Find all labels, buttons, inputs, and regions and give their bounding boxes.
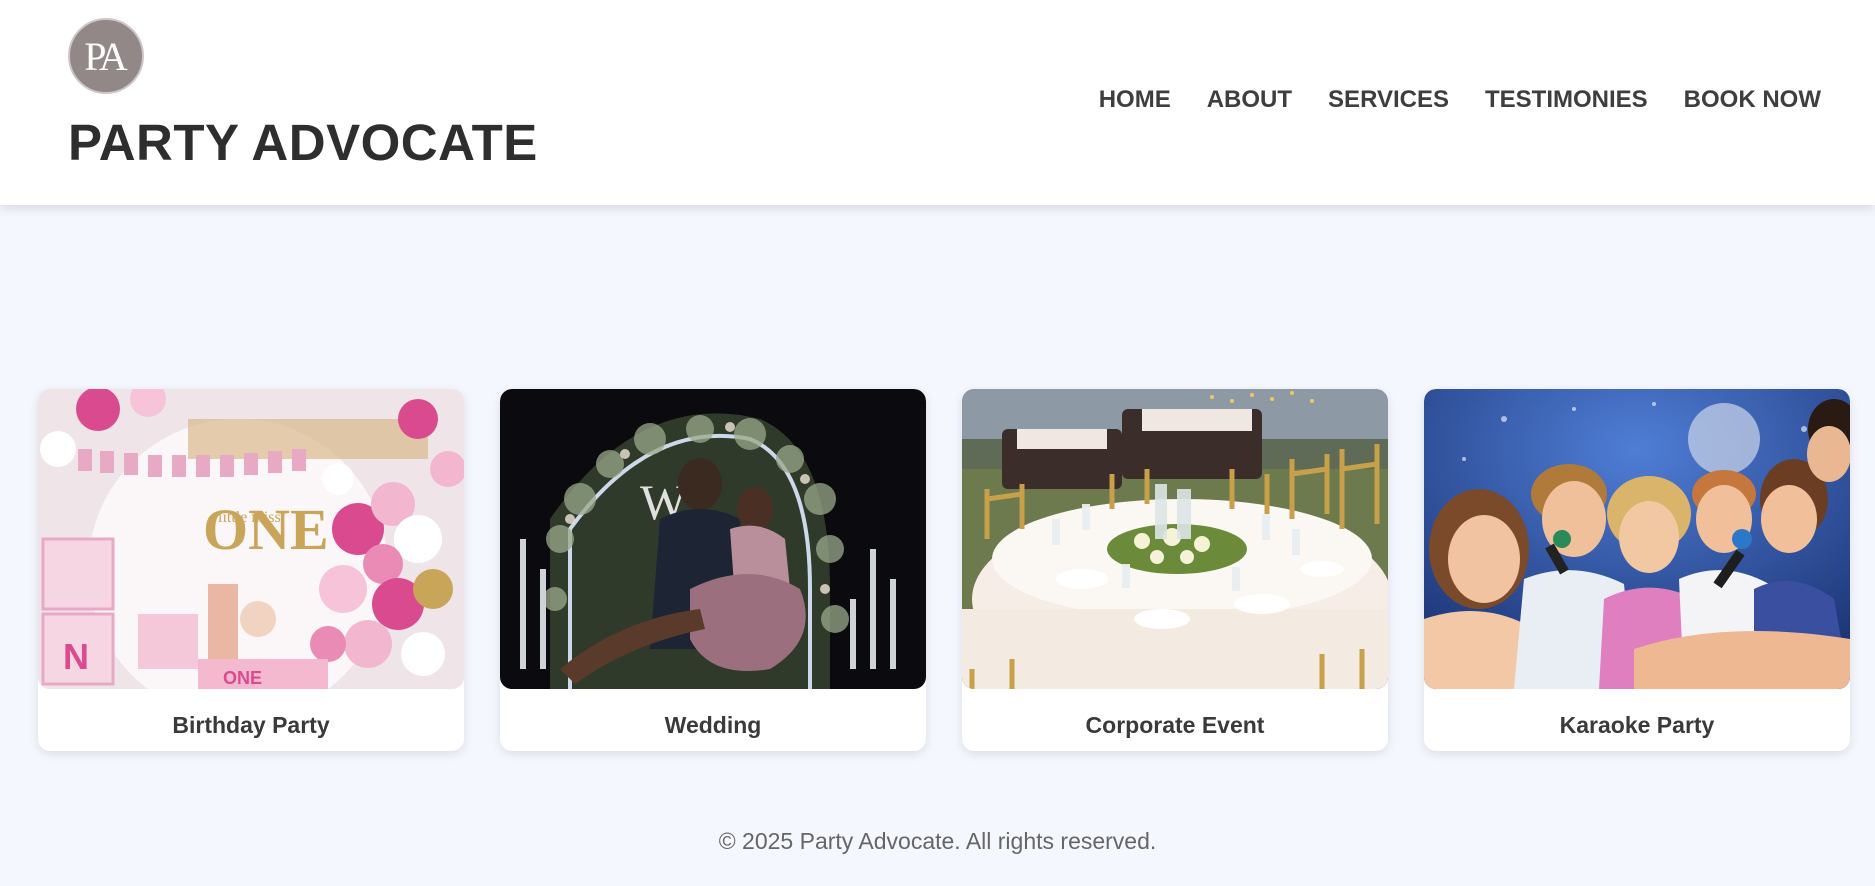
card-title: Wedding: [664, 711, 762, 738]
svg-text:ONE: ONE: [223, 668, 262, 688]
site-header: PA PARTY ADVOCATE HOME ABOUT SERVICES TE…: [0, 0, 1875, 205]
site-title: PARTY ADVOCATE: [68, 114, 538, 171]
nav-about[interactable]: ABOUT: [1207, 86, 1292, 114]
svg-text:little miss: little miss: [218, 509, 281, 526]
card-title: Karaoke Party: [1559, 711, 1715, 738]
svg-text:N: N: [63, 636, 89, 677]
main-nav: HOME ABOUT SERVICES TESTIMONIES BOOK NOW: [1099, 86, 1821, 114]
nav-home[interactable]: HOME: [1099, 86, 1171, 114]
nav-services[interactable]: SERVICES: [1328, 86, 1449, 114]
card-corporate-event[interactable]: Corporate Event: [962, 389, 1388, 751]
corporate-event-photo: [962, 389, 1388, 689]
footer-copyright: © 2025 Party Advocate. All rights reserv…: [718, 828, 1157, 854]
nav-book-now[interactable]: BOOK NOW: [1684, 86, 1821, 114]
karaoke-photo: [1424, 389, 1850, 689]
logo-monogram: PA: [84, 33, 128, 79]
wedding-photo: W: [500, 389, 926, 689]
card-karaoke-party[interactable]: Karaoke Party: [1424, 389, 1850, 751]
card-title: Corporate Event: [1085, 711, 1265, 738]
card-wedding[interactable]: W Wedding: [500, 389, 926, 751]
svg-text:ONE: ONE: [203, 497, 329, 562]
nav-testimonies[interactable]: TESTIMONIES: [1485, 86, 1648, 114]
card-title: Birthday Party: [172, 711, 330, 738]
card-birthday-party[interactable]: ONE little miss N ONE Birthday Party: [38, 389, 464, 751]
logo[interactable]: PA: [68, 18, 144, 94]
birthday-photo: ONE little miss N ONE: [38, 389, 464, 689]
service-cards: ONE little miss N ONE Birthday Party W W…: [38, 389, 1850, 751]
